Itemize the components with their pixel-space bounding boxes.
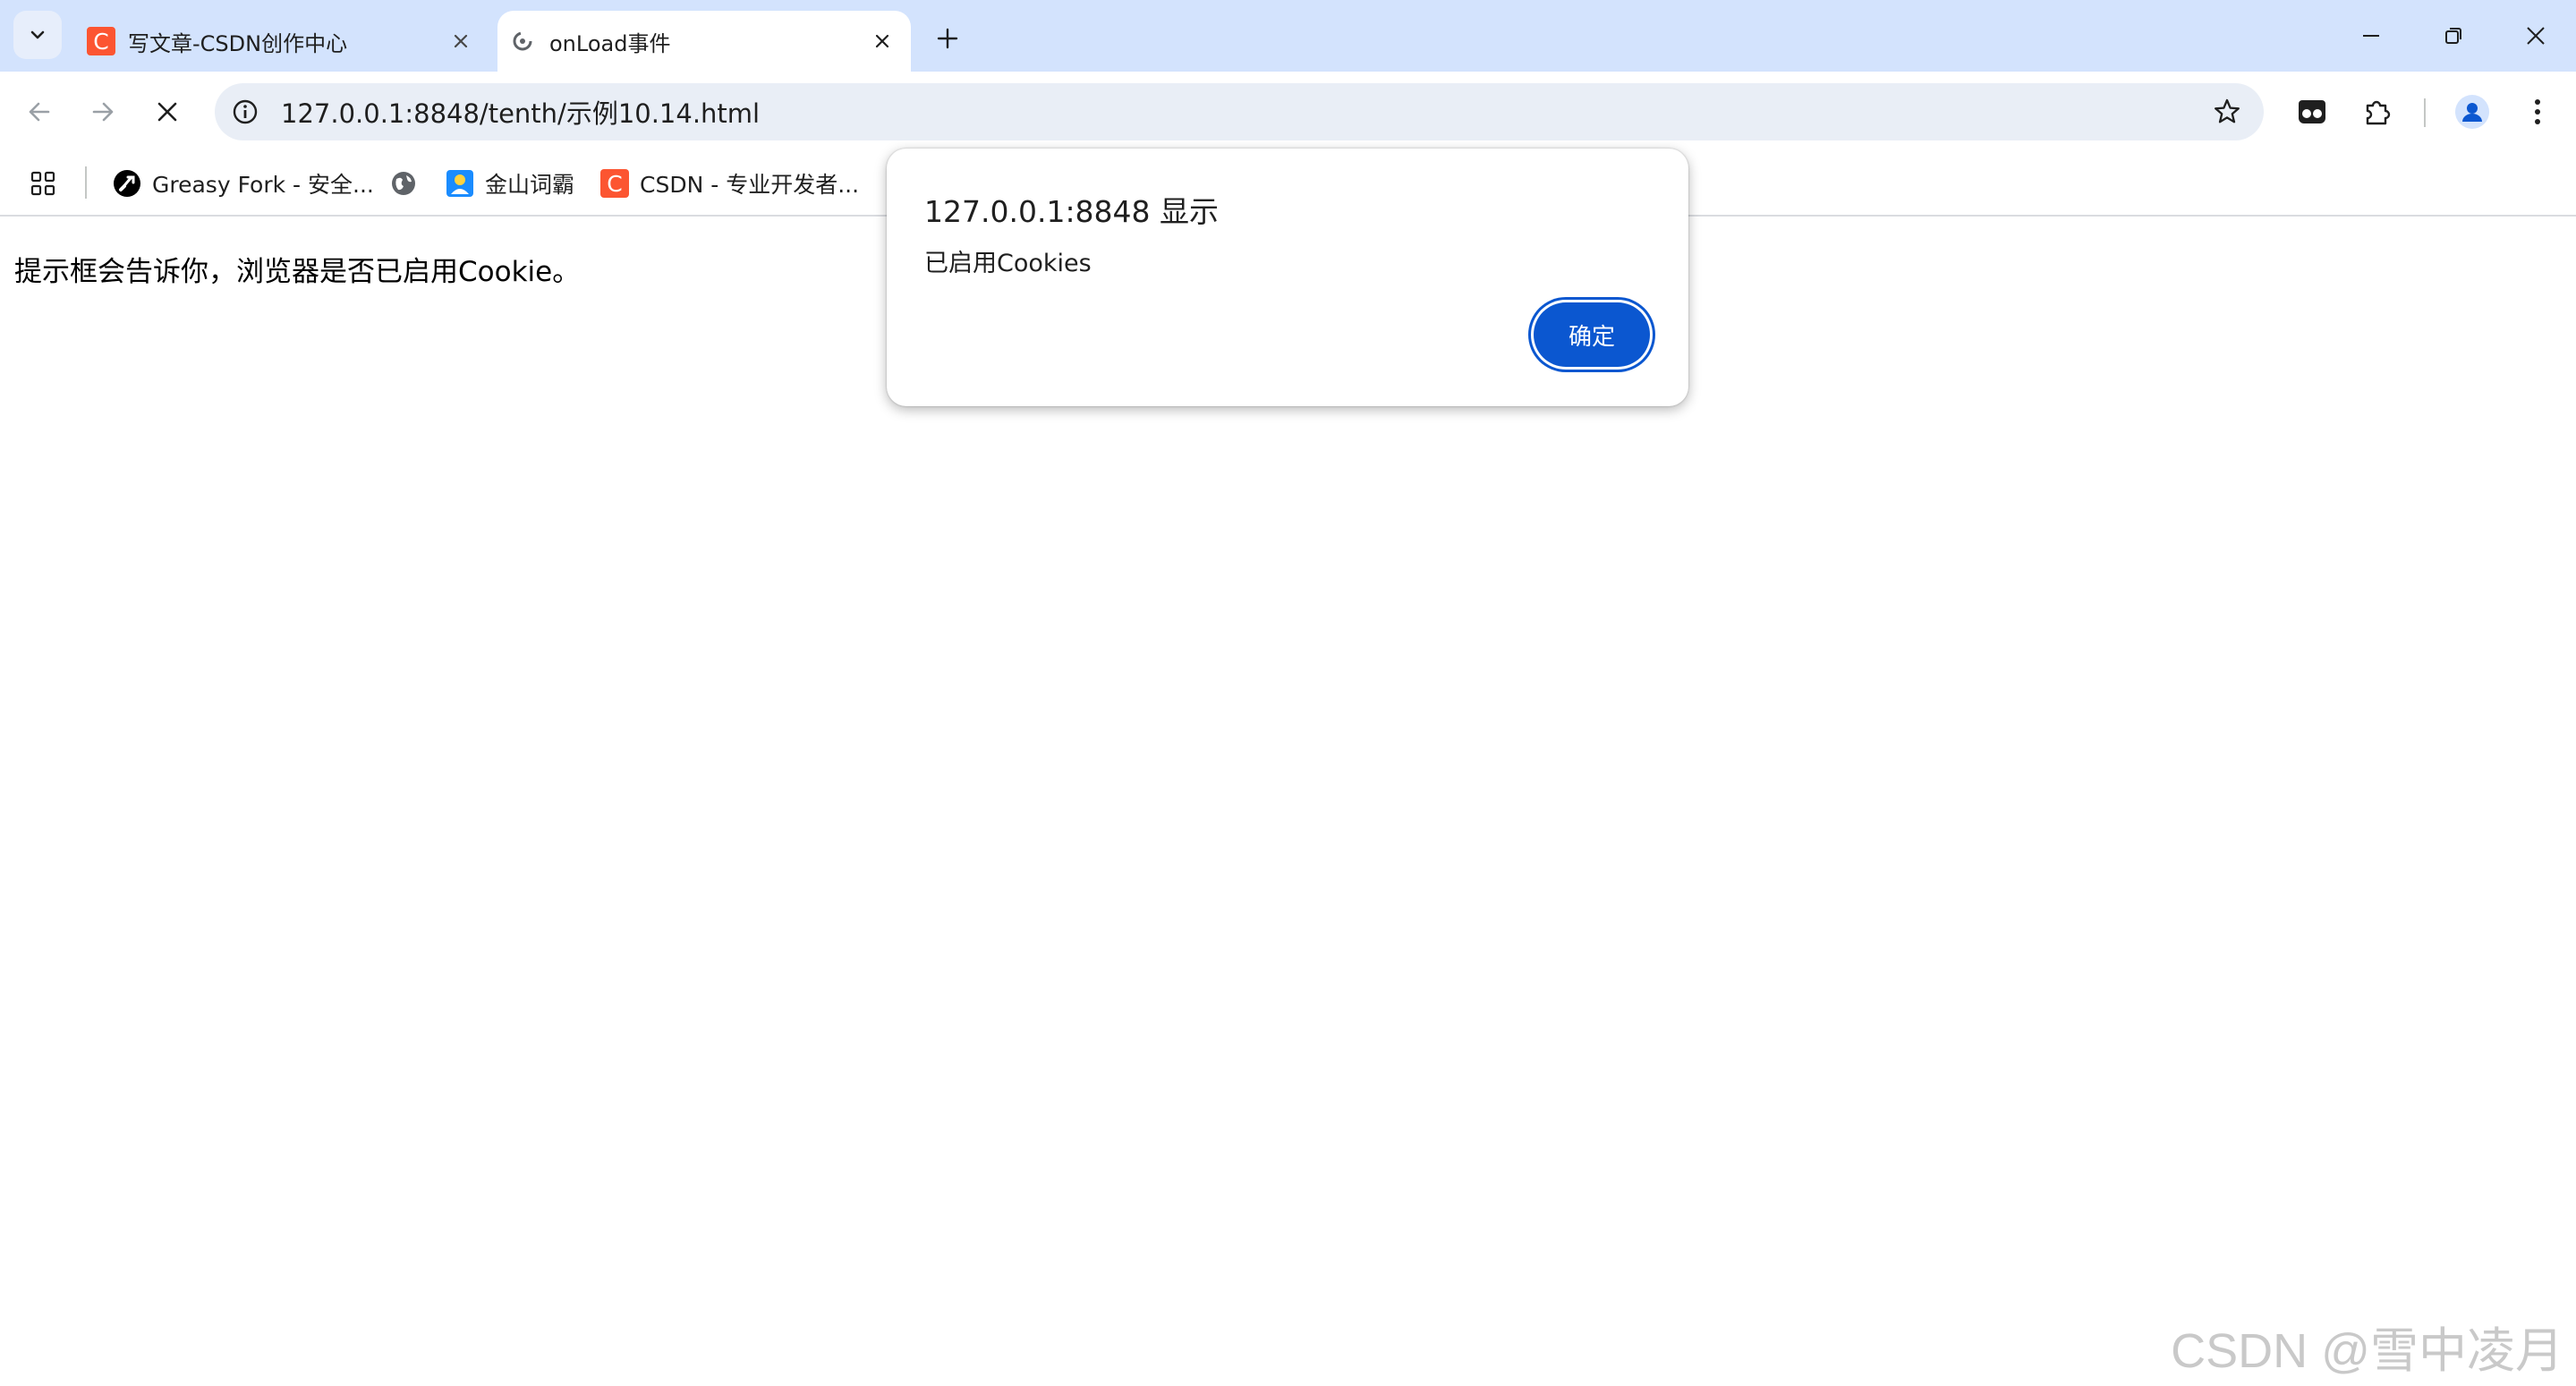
- loading-icon: [513, 31, 532, 51]
- tab-search-button[interactable]: [13, 11, 62, 59]
- chrome-menu-button[interactable]: [2517, 91, 2558, 132]
- bookmark-label: 金山词霸: [485, 172, 575, 198]
- toolbar-divider: [2424, 98, 2426, 127]
- chevron-down-icon: [30, 30, 45, 39]
- restore-button[interactable]: [2418, 9, 2489, 63]
- watermark: CSDN @雪中凌月: [2171, 1324, 2563, 1378]
- tab-title: onLoad事件: [549, 30, 671, 56]
- close-icon: [875, 34, 889, 48]
- globe-icon: [392, 172, 415, 195]
- extension-button[interactable]: [2291, 91, 2333, 132]
- plus-icon: [937, 28, 958, 49]
- arrow-left-icon: [29, 102, 50, 122]
- tab-close-button[interactable]: [864, 23, 900, 59]
- window-close-button[interactable]: [2500, 9, 2572, 63]
- apps-button[interactable]: [29, 163, 57, 204]
- minimize-button[interactable]: [2335, 9, 2407, 63]
- bookmark-star-button[interactable]: [2206, 91, 2248, 132]
- puzzle-icon: [2366, 100, 2391, 125]
- minimize-icon: [2363, 35, 2379, 37]
- info-icon: [233, 99, 258, 124]
- back-button[interactable]: [19, 91, 60, 132]
- dialog-message: 已启用Cookies: [924, 250, 1092, 277]
- apps-grid-icon: [30, 171, 55, 196]
- page-description: 提示框会告诉你，浏览器是否已启用Cookie。: [14, 256, 581, 288]
- ok-button[interactable]: 确定: [1534, 302, 1650, 367]
- tab-csdn-editor[interactable]: C 写文章-CSDN创作中心: [76, 11, 489, 72]
- address-bar[interactable]: 127.0.0.1:8848/tenth/示例10.14.html: [215, 83, 2264, 140]
- profile-button[interactable]: [2452, 91, 2493, 132]
- url-text[interactable]: 127.0.0.1:8848/tenth/示例10.14.html: [281, 93, 2206, 131]
- close-icon: [2527, 27, 2545, 45]
- dialog-title: 127.0.0.1:8848 显示: [924, 194, 1220, 229]
- bookmark-csdn[interactable]: C CSDN - 专业开发者...: [600, 163, 859, 204]
- alert-dialog: 127.0.0.1:8848 显示 已启用Cookies 确定: [887, 149, 1688, 406]
- tab-close-button[interactable]: [443, 23, 479, 59]
- avatar-icon: [2455, 95, 2489, 129]
- site-info-button[interactable]: [227, 94, 263, 130]
- tab-strip: C 写文章-CSDN创作中心 onLoad事件: [0, 0, 2576, 72]
- arrow-right-icon: [92, 102, 114, 122]
- bookmark-greasyfork[interactable]: Greasy Fork - 安全...: [113, 163, 374, 204]
- stop-loading-button[interactable]: [147, 91, 188, 132]
- bookmark-globe[interactable]: [389, 163, 418, 204]
- browser-toolbar: 127.0.0.1:8848/tenth/示例10.14.html: [0, 72, 2576, 152]
- extension-app-icon: [2299, 100, 2325, 123]
- bookmark-label: CSDN - 专业开发者...: [640, 172, 860, 198]
- more-vertical-icon: [2535, 99, 2540, 124]
- svg-text:C: C: [93, 29, 108, 55]
- close-icon: [454, 34, 468, 48]
- new-tab-button[interactable]: [927, 18, 968, 59]
- forward-button[interactable]: [82, 91, 123, 132]
- bookmarks-divider: [85, 166, 87, 199]
- csdn-logo-icon: C: [600, 169, 629, 198]
- tab-title: 写文章-CSDN创作中心: [128, 30, 348, 56]
- close-icon: [157, 102, 177, 122]
- extensions-menu-button[interactable]: [2357, 91, 2398, 132]
- csdn-logo-icon: C: [87, 27, 115, 55]
- tab-onload-event[interactable]: onLoad事件: [497, 11, 911, 72]
- greasyfork-icon: [114, 170, 140, 197]
- svg-text:C: C: [607, 171, 622, 197]
- bookmark-iciba[interactable]: 金山词霸: [446, 163, 574, 204]
- restore-icon: [2445, 28, 2461, 44]
- star-icon: [2215, 98, 2240, 123]
- bookmark-label: Greasy Fork - 安全...: [152, 172, 374, 198]
- iciba-icon: [446, 170, 473, 197]
